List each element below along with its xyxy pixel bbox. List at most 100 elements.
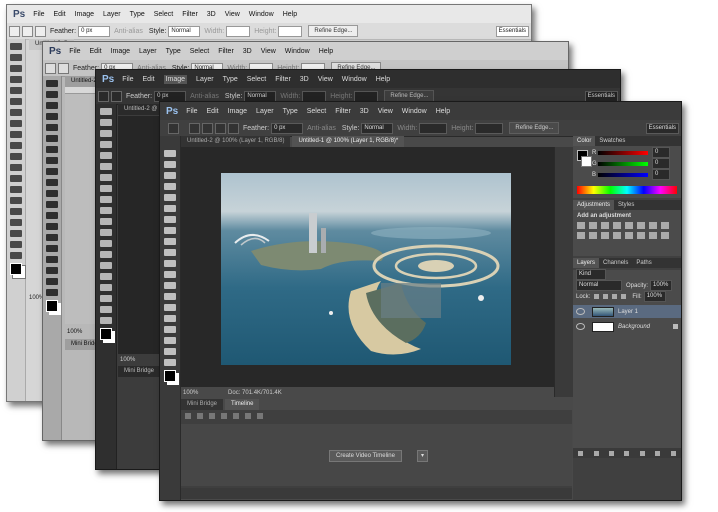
menu-filter[interactable]: Filter bbox=[218, 48, 234, 55]
menu-view[interactable]: View bbox=[318, 76, 333, 83]
red-value[interactable]: 0 bbox=[652, 147, 670, 158]
workspace-switcher[interactable]: Essentials bbox=[495, 25, 529, 37]
width-input[interactable] bbox=[226, 25, 251, 37]
zoom-tool-icon[interactable] bbox=[10, 252, 22, 259]
color-lookup-icon[interactable] bbox=[601, 232, 609, 239]
opacity-input[interactable]: 100% bbox=[650, 280, 673, 291]
tab-mini-bridge[interactable]: Mini Bridge bbox=[181, 399, 224, 410]
menu-window[interactable]: Window bbox=[342, 76, 367, 83]
move-tool-icon[interactable] bbox=[164, 150, 176, 157]
menu-view[interactable]: View bbox=[378, 108, 393, 115]
menu-help[interactable]: Help bbox=[376, 76, 390, 83]
path-select-icon[interactable] bbox=[164, 326, 176, 333]
quick-select-tool-icon[interactable] bbox=[10, 76, 22, 83]
layer-row[interactable]: Layer 1 bbox=[573, 305, 681, 318]
move-tool-icon[interactable] bbox=[46, 80, 58, 87]
gradient-tool-icon[interactable] bbox=[164, 271, 176, 278]
type-tool-icon[interactable] bbox=[10, 208, 22, 215]
shape-tool-icon[interactable] bbox=[164, 337, 176, 344]
menu-3d[interactable]: 3D bbox=[243, 48, 252, 55]
tab-untitled-2[interactable]: Untitled-2 @ bbox=[118, 104, 164, 115]
menu-3d[interactable]: 3D bbox=[360, 108, 369, 115]
eyedropper-tool-icon[interactable] bbox=[10, 98, 22, 105]
lasso-tool-icon[interactable] bbox=[10, 65, 22, 72]
menu-select[interactable]: Select bbox=[190, 48, 209, 55]
add-selection-icon[interactable] bbox=[202, 122, 213, 134]
layer-name[interactable]: Layer 1 bbox=[618, 309, 638, 315]
curves-icon[interactable] bbox=[601, 222, 609, 229]
quick-select-tool-icon[interactable] bbox=[100, 141, 112, 148]
eyedropper-tool-icon[interactable] bbox=[46, 135, 58, 142]
tab-color[interactable]: Color bbox=[573, 136, 596, 146]
brightness-icon[interactable] bbox=[577, 222, 585, 229]
healing-tool-icon[interactable] bbox=[100, 174, 112, 181]
menu-edit[interactable]: Edit bbox=[207, 108, 219, 115]
pen-tool-icon[interactable] bbox=[46, 234, 58, 241]
visibility-eye-icon[interactable] bbox=[576, 308, 585, 315]
lasso-tool-icon[interactable] bbox=[164, 172, 176, 179]
color-balance-icon[interactable] bbox=[649, 222, 657, 229]
move-tool-icon[interactable] bbox=[10, 43, 22, 50]
green-slider[interactable] bbox=[598, 161, 648, 166]
quick-select-tool-icon[interactable] bbox=[46, 113, 58, 120]
zoom-tool-icon[interactable] bbox=[46, 289, 58, 296]
hand-tool-icon[interactable] bbox=[46, 278, 58, 285]
tab-untitled-1[interactable]: Untitled-1 @ 100% (Layer 1, RGB/8)* bbox=[292, 136, 405, 147]
style-select[interactable]: Normal bbox=[244, 90, 277, 102]
width-input[interactable] bbox=[302, 90, 327, 102]
anti-alias-checkbox[interactable]: Anti-alias bbox=[190, 93, 219, 100]
marquee-tool-icon[interactable] bbox=[168, 122, 179, 134]
crop-tool-icon[interactable] bbox=[10, 87, 22, 94]
feather-input[interactable]: 0 px bbox=[154, 90, 187, 102]
menu-select[interactable]: Select bbox=[154, 11, 173, 18]
subtract-selection-icon[interactable] bbox=[215, 122, 226, 134]
shape-tool-icon[interactable] bbox=[100, 295, 112, 302]
workspace-switcher[interactable]: Essentials bbox=[645, 122, 679, 134]
history-brush-icon[interactable] bbox=[164, 249, 176, 256]
anti-alias-checkbox[interactable]: Anti-alias bbox=[307, 125, 336, 132]
menu-edit[interactable]: Edit bbox=[54, 11, 66, 18]
menu-filter[interactable]: Filter bbox=[182, 11, 198, 18]
spectrum-bar[interactable] bbox=[577, 186, 677, 194]
zoom-tool-icon[interactable] bbox=[100, 317, 112, 324]
menu-edit[interactable]: Edit bbox=[90, 48, 102, 55]
menu-type[interactable]: Type bbox=[283, 108, 298, 115]
audio-icon[interactable] bbox=[233, 413, 239, 419]
link-layers-icon[interactable] bbox=[578, 450, 584, 456]
hand-tool-icon[interactable] bbox=[164, 348, 176, 355]
eraser-tool-icon[interactable] bbox=[100, 218, 112, 225]
tab-layers[interactable]: Layers bbox=[573, 258, 600, 268]
transition-icon[interactable] bbox=[257, 413, 263, 419]
color-swatches-icon[interactable] bbox=[164, 370, 176, 382]
style-select[interactable]: Normal bbox=[361, 122, 394, 134]
green-value[interactable]: 0 bbox=[652, 158, 670, 169]
brush-tool-icon[interactable] bbox=[100, 185, 112, 192]
marquee-tool-icon[interactable] bbox=[10, 54, 22, 61]
stamp-tool-icon[interactable] bbox=[100, 196, 112, 203]
marquee-tool-icon[interactable] bbox=[164, 161, 176, 168]
menu-layer[interactable]: Layer bbox=[256, 108, 274, 115]
lasso-tool-icon[interactable] bbox=[46, 102, 58, 109]
menu-window[interactable]: Window bbox=[285, 48, 310, 55]
menu-type[interactable]: Type bbox=[166, 48, 181, 55]
layer-name[interactable]: Background bbox=[618, 324, 650, 330]
menu-help[interactable]: Help bbox=[436, 108, 450, 115]
style-select[interactable]: Normal bbox=[168, 25, 201, 37]
menu-layer[interactable]: Layer bbox=[139, 48, 157, 55]
zoom-tool-icon[interactable] bbox=[164, 359, 176, 366]
lasso-tool-icon[interactable] bbox=[100, 130, 112, 137]
red-slider[interactable] bbox=[598, 150, 648, 155]
menu-image[interactable]: Image bbox=[111, 48, 130, 55]
menu-help[interactable]: Help bbox=[283, 11, 297, 18]
next-frame-icon[interactable] bbox=[221, 413, 227, 419]
pen-tool-icon[interactable] bbox=[100, 262, 112, 269]
menu-layer[interactable]: Layer bbox=[103, 11, 121, 18]
tab-untitled-2[interactable]: Untitled-2 @ 100% (Layer 1, RGB/8) bbox=[181, 136, 291, 147]
dodge-tool-icon[interactable] bbox=[164, 293, 176, 300]
new-selection-icon[interactable] bbox=[22, 25, 33, 37]
tab-adjustments[interactable]: Adjustments bbox=[573, 200, 615, 210]
intersect-selection-icon[interactable] bbox=[228, 122, 239, 134]
menu-image[interactable]: Image bbox=[75, 11, 94, 18]
menu-select[interactable]: Select bbox=[307, 108, 326, 115]
new-layer-icon[interactable] bbox=[655, 450, 661, 456]
